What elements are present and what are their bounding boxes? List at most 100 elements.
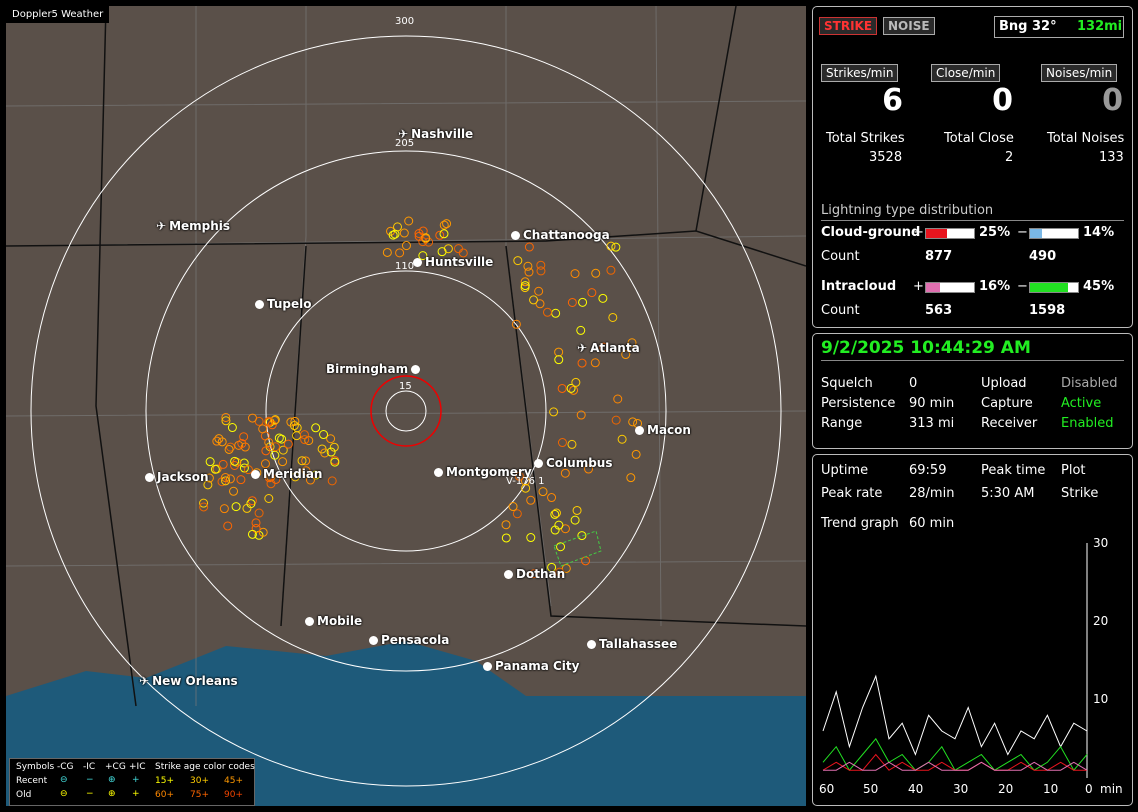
strike-marker bbox=[577, 358, 587, 368]
strike-marker bbox=[278, 457, 288, 467]
city-dot-icon bbox=[411, 365, 421, 374]
ic-pos-fill bbox=[926, 283, 940, 292]
city-dot-icon bbox=[635, 426, 644, 435]
legend-col: -CG bbox=[57, 762, 74, 772]
strike-marker bbox=[526, 533, 536, 543]
x-tick: 30 bbox=[953, 782, 969, 796]
strike-marker bbox=[626, 473, 636, 483]
legend-col: +IC bbox=[129, 762, 146, 772]
persistence-label: Persistence bbox=[821, 396, 896, 411]
strike-marker bbox=[513, 256, 523, 266]
range-value: 313 mi bbox=[909, 416, 955, 431]
plus-sign: + bbox=[913, 279, 924, 294]
plot-value[interactable]: Strike bbox=[1061, 486, 1098, 501]
receiver-label: Receiver bbox=[981, 416, 1038, 431]
city-dot-icon bbox=[413, 258, 422, 267]
strike-marker bbox=[382, 247, 392, 257]
symbol-legend: Symbols -CG -IC +CG +IC Strike age color… bbox=[9, 758, 255, 806]
city-dot-icon bbox=[587, 640, 596, 649]
county-lines bbox=[6, 6, 806, 706]
legend-col: +CG bbox=[105, 762, 126, 772]
cg-neg-bar bbox=[1029, 228, 1079, 239]
strike-marker bbox=[547, 493, 557, 503]
strike-marker bbox=[219, 504, 229, 514]
strike-marker bbox=[404, 216, 414, 226]
airport-icon: ✈ bbox=[156, 219, 167, 233]
strike-marker bbox=[512, 509, 522, 519]
noises-per-min-button[interactable]: Noises/min bbox=[1041, 64, 1118, 82]
total-strikes-value: 3528 bbox=[869, 150, 903, 165]
strike-marker bbox=[327, 476, 337, 486]
city-chattanooga: Chattanooga bbox=[511, 228, 610, 242]
cg-pos-count: 877 bbox=[925, 249, 953, 264]
peak-time-value: 5:30 AM bbox=[981, 486, 1035, 501]
vector-label: V-176 1 bbox=[506, 476, 545, 487]
x-tick: 50 bbox=[863, 782, 879, 796]
receiver-value: Enabled bbox=[1061, 416, 1114, 431]
legend-age-title: Strike age color codes bbox=[155, 762, 255, 772]
x-tick: 20 bbox=[998, 782, 1014, 796]
strike-marker bbox=[570, 515, 580, 525]
range-label: Range bbox=[821, 416, 863, 431]
peak-rate-label: Peak rate bbox=[821, 486, 883, 501]
strike-marker bbox=[231, 502, 241, 512]
strike-marker bbox=[613, 394, 623, 404]
city-pensacola: Pensacola bbox=[369, 633, 449, 647]
age-code: 90+ bbox=[224, 790, 243, 800]
datetime: 9/2/2025 10:44:29 AM bbox=[821, 338, 1031, 358]
ic-pos-count: 563 bbox=[925, 303, 953, 318]
strike-marker bbox=[591, 268, 601, 278]
strike-marker bbox=[598, 293, 608, 303]
ring-label: 15 bbox=[399, 381, 412, 392]
strike-marker bbox=[224, 444, 234, 454]
airport-icon: ✈ bbox=[139, 674, 150, 688]
strike-marker bbox=[247, 413, 257, 423]
city-dothan: Dothan bbox=[504, 567, 565, 581]
strike-marker bbox=[508, 502, 518, 512]
strike-marker bbox=[218, 459, 228, 469]
cg-neg-pct: 14% bbox=[1083, 225, 1115, 240]
state-borders bbox=[6, 6, 806, 707]
city-memphis: ✈ Memphis bbox=[156, 219, 231, 233]
strike-marker bbox=[225, 474, 235, 484]
strike-marker bbox=[395, 248, 405, 258]
minus-ic-icon: − bbox=[86, 775, 94, 785]
trend-series-line bbox=[823, 761, 1088, 771]
strike-marker bbox=[501, 533, 511, 543]
strikes-per-min-button[interactable]: Strikes/min bbox=[821, 64, 899, 82]
city-dot-icon bbox=[255, 300, 264, 309]
x-tick: 0 bbox=[1085, 782, 1093, 796]
city-dot-icon bbox=[369, 636, 378, 645]
city-dot-icon bbox=[305, 617, 314, 626]
trend-series-line bbox=[822, 737, 1088, 772]
plot-label: Plot bbox=[1061, 463, 1086, 478]
plus-ic-icon: + bbox=[132, 789, 140, 799]
trend-panel: Uptime 69:59 Peak time Plot Peak rate 28… bbox=[812, 454, 1133, 806]
noise-tab[interactable]: NOISE bbox=[883, 17, 935, 35]
minus-cg-icon: ⊖ bbox=[60, 789, 68, 799]
city-tupelo: Tupelo bbox=[255, 297, 312, 311]
x-tick: 60 bbox=[819, 782, 835, 796]
strike-marker bbox=[538, 487, 548, 497]
legend-col: -IC bbox=[83, 762, 96, 772]
y-tick: 10 bbox=[1093, 692, 1109, 706]
strike-marker bbox=[251, 524, 261, 534]
strike-tab[interactable]: STRIKE bbox=[819, 17, 878, 35]
plus-cg-icon: ⊕ bbox=[108, 789, 116, 799]
strike-marker bbox=[453, 244, 463, 254]
strike-marker bbox=[578, 297, 588, 307]
radar-map[interactable]: Doppler5 Weather 300 205 110 15 ✈ Nashvil… bbox=[6, 6, 806, 806]
plus-sign: + bbox=[913, 225, 924, 240]
strike-marker bbox=[611, 415, 621, 425]
intracloud-label: Intracloud bbox=[821, 279, 897, 294]
x-unit: min bbox=[1100, 782, 1123, 796]
strike-marker bbox=[319, 430, 329, 440]
close-per-min-button[interactable]: Close/min bbox=[931, 64, 1001, 82]
cg-pos-bar bbox=[925, 228, 975, 239]
city-dot-icon bbox=[511, 231, 520, 240]
strike-marker bbox=[534, 286, 544, 296]
peak-time-label: Peak time bbox=[981, 463, 1046, 478]
city-columbus: Columbus bbox=[534, 456, 613, 470]
city-new-orleans: ✈ New Orleans bbox=[139, 674, 238, 688]
plus-ic-icon: + bbox=[132, 775, 140, 785]
